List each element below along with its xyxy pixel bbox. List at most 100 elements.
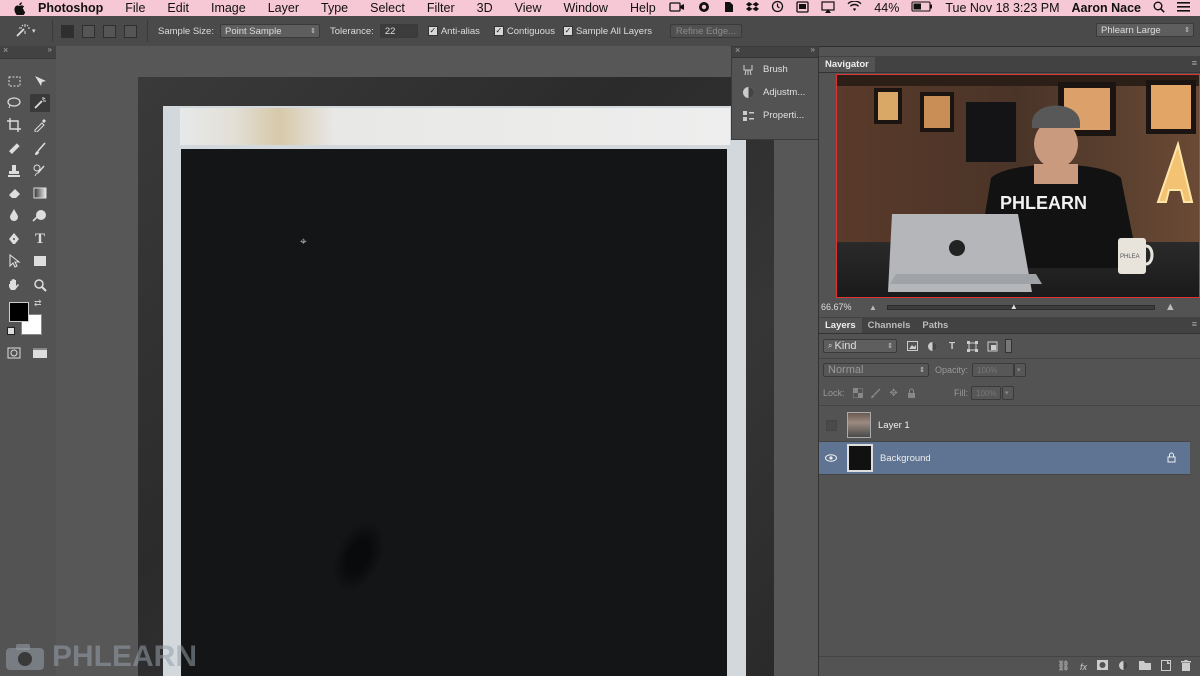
gradient-tool-icon[interactable] — [30, 184, 50, 202]
clone-stamp-tool-icon[interactable] — [4, 162, 24, 180]
dock-properties[interactable]: Properti... — [732, 104, 818, 127]
filter-smart-objects-icon[interactable] — [985, 339, 999, 353]
menu-file[interactable]: File — [125, 1, 145, 15]
intersect-selection-button[interactable] — [124, 24, 137, 38]
fill-input[interactable]: 100% — [971, 386, 1001, 400]
screen-mode-icon[interactable] — [30, 344, 50, 362]
add-to-selection-button[interactable] — [82, 24, 95, 38]
time-machine-icon[interactable] — [771, 0, 784, 16]
healing-brush-tool-icon[interactable] — [4, 140, 24, 158]
layer-filter-kind-select[interactable]: ⌕ Kind ⇕ — [823, 339, 897, 353]
layer-row-background[interactable]: Background — [819, 442, 1190, 475]
menu-app-name[interactable]: Photoshop — [38, 1, 103, 15]
dock-brush[interactable]: Brush — [732, 58, 818, 81]
quick-mask-icon[interactable] — [4, 344, 24, 362]
foreground-color-swatch[interactable] — [9, 302, 29, 322]
link-layers-icon[interactable]: ⛓ — [1057, 661, 1070, 672]
marquee-tool-icon[interactable] — [4, 72, 24, 90]
layer-name[interactable]: Layer 1 — [878, 420, 910, 431]
move-tool-icon[interactable] — [30, 72, 50, 90]
layer-name[interactable]: Background — [880, 453, 931, 464]
battery-icon[interactable] — [911, 1, 933, 15]
zoom-slider[interactable]: ▲ — [886, 302, 1155, 311]
dropbox-icon[interactable] — [746, 1, 760, 16]
tab-paths[interactable]: Paths — [916, 318, 954, 333]
refine-edge-button[interactable]: Refine Edge... — [670, 24, 743, 38]
magic-wand-tool-icon[interactable] — [30, 94, 50, 112]
video-camera-icon[interactable] — [669, 1, 685, 15]
menu-window[interactable]: Window — [564, 1, 608, 15]
menu-help[interactable]: Help — [630, 1, 656, 15]
type-tool-icon[interactable]: T — [30, 230, 50, 248]
collapse-icon[interactable]: » — [48, 45, 52, 54]
evernote-icon[interactable] — [723, 1, 734, 16]
eyedropper-tool-icon[interactable] — [30, 116, 50, 134]
rectangle-tool-icon[interactable] — [30, 252, 50, 270]
new-selection-button[interactable] — [61, 24, 74, 38]
clock[interactable]: Tue Nov 18 3:23 PM — [945, 1, 1059, 15]
menu-layer[interactable]: Layer — [268, 1, 299, 15]
fill-dropdown-button[interactable]: ▾ — [1002, 386, 1014, 400]
airplay-icon[interactable] — [821, 0, 835, 16]
contiguous-checkbox[interactable]: ✓ Contiguous — [493, 26, 555, 37]
zoom-in-icon[interactable]: ▲ — [1165, 301, 1176, 313]
menu-3d[interactable]: 3D — [477, 1, 493, 15]
close-icon[interactable]: × — [735, 45, 740, 55]
brush-tool-icon[interactable] — [30, 140, 50, 158]
history-brush-tool-icon[interactable] — [30, 162, 50, 180]
lock-transparent-pixels-icon[interactable] — [851, 386, 865, 400]
lock-all-icon[interactable] — [905, 386, 919, 400]
path-selection-tool-icon[interactable] — [4, 252, 24, 270]
new-adjustment-layer-icon[interactable] — [1118, 660, 1129, 674]
panel-menu-icon[interactable]: ≡ — [1192, 319, 1197, 329]
sample-size-select[interactable]: Point Sample ⇕ — [219, 24, 320, 38]
tab-layers[interactable]: Layers — [819, 318, 862, 333]
navigator-view-frame[interactable] — [836, 74, 1200, 298]
hand-tool-icon[interactable] — [4, 276, 24, 294]
window-icon[interactable] — [796, 0, 809, 16]
layer-style-fx-icon[interactable]: fx — [1080, 662, 1087, 672]
opacity-dropdown-button[interactable]: ▾ — [1014, 363, 1027, 377]
close-icon[interactable]: × — [3, 45, 8, 55]
zoom-slider-thumb[interactable]: ▲ — [1010, 302, 1018, 311]
magic-wand-tool-preset-icon[interactable]: ▾ — [14, 23, 44, 39]
filter-adjustment-layers-icon[interactable] — [925, 339, 939, 353]
eraser-tool-icon[interactable] — [4, 184, 24, 202]
pen-tool-icon[interactable] — [4, 230, 24, 248]
new-group-icon[interactable] — [1139, 660, 1151, 673]
menu-edit[interactable]: Edit — [167, 1, 189, 15]
layer-row-layer-1[interactable]: Layer 1 — [819, 409, 1190, 442]
sample-all-layers-checkbox[interactable]: ✓ Sample All Layers — [562, 26, 652, 37]
default-colors-icon[interactable] — [7, 327, 15, 335]
blur-tool-icon[interactable] — [4, 206, 24, 224]
panel-menu-icon[interactable]: ≡ — [1192, 58, 1197, 68]
zoom-tool-icon[interactable] — [30, 276, 50, 294]
swap-colors-icon[interactable]: ⇄ — [34, 298, 42, 309]
layer-visibility-toggle[interactable] — [819, 419, 843, 431]
tab-navigator[interactable]: Navigator — [819, 57, 875, 72]
workspace-select[interactable]: Phlearn Large ⇕ — [1096, 23, 1194, 37]
notification-center-icon[interactable] — [1177, 1, 1190, 15]
spotlight-search-icon[interactable] — [1153, 1, 1165, 16]
user-name[interactable]: Aaron Nace — [1072, 1, 1141, 15]
lock-position-icon[interactable]: ✥ — [887, 386, 901, 400]
menu-filter[interactable]: Filter — [427, 1, 455, 15]
subtract-from-selection-button[interactable] — [103, 24, 116, 38]
crop-tool-icon[interactable] — [4, 116, 24, 134]
menu-image[interactable]: Image — [211, 1, 246, 15]
delete-layer-icon[interactable] — [1181, 659, 1191, 674]
lasso-tool-icon[interactable] — [4, 94, 24, 112]
tolerance-input[interactable]: 22 — [379, 24, 418, 38]
filter-toggle-icon[interactable] — [1005, 339, 1012, 353]
apple-icon[interactable] — [14, 1, 28, 15]
opacity-input[interactable]: 100% — [972, 363, 1015, 377]
filter-type-layers-icon[interactable]: T — [945, 339, 959, 353]
navigator-zoom-value[interactable]: 66.67% — [821, 302, 869, 312]
menu-view[interactable]: View — [515, 1, 542, 15]
wifi-icon[interactable] — [847, 0, 862, 15]
filter-shape-layers-icon[interactable] — [965, 339, 979, 353]
new-layer-icon[interactable] — [1161, 659, 1171, 674]
dodge-tool-icon[interactable] — [30, 206, 50, 224]
anti-alias-checkbox[interactable]: ✓ Anti-alias — [427, 26, 480, 37]
creative-cloud-icon[interactable] — [697, 1, 711, 16]
